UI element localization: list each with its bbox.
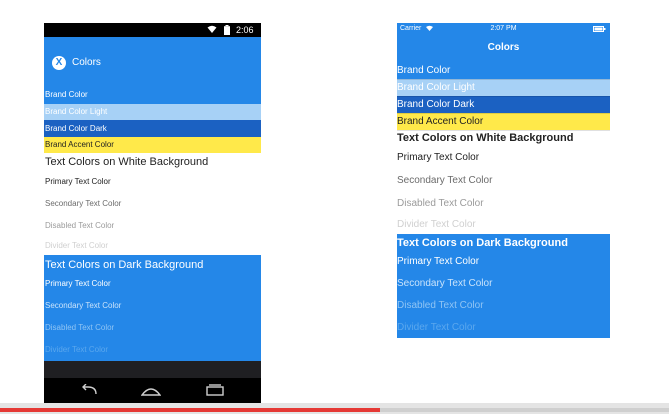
wifi-icon bbox=[207, 24, 217, 36]
back-icon[interactable] bbox=[80, 383, 98, 399]
secondary-text-on-dark: Secondary Text Color bbox=[45, 301, 122, 310]
primary-text-on-white: Primary Text Color bbox=[45, 177, 111, 186]
disabled-text-on-dark: Disabled Text Color bbox=[397, 300, 484, 311]
divider-text-on-white: Divider Text Color bbox=[45, 241, 108, 250]
battery-icon bbox=[224, 25, 230, 37]
header-text-on-white: Text Colors on White Background bbox=[397, 132, 574, 144]
battery-icon bbox=[593, 26, 606, 34]
video-progress-played[interactable] bbox=[0, 408, 380, 412]
list-separator bbox=[397, 96, 610, 97]
brand-color-dark-row: Brand Color Dark bbox=[44, 120, 261, 137]
primary-text-on-dark: Primary Text Color bbox=[397, 256, 480, 267]
brand-color-light-row: Brand Color Light bbox=[397, 79, 610, 96]
ios-nav-bar: Colors bbox=[397, 35, 610, 62]
primary-text-on-white: Primary Text Color bbox=[397, 152, 480, 163]
android-clock: 2:06 bbox=[236, 25, 254, 35]
disabled-text-on-white: Disabled Text Color bbox=[45, 221, 115, 230]
ios-color-list[interactable]: Brand Color Brand Color Light Brand Colo… bbox=[397, 62, 610, 362]
xamarin-logo-icon: X bbox=[52, 56, 66, 70]
header-text-on-dark: Text Colors on Dark Background bbox=[397, 237, 568, 249]
list-separator bbox=[397, 113, 610, 114]
disabled-text-on-dark: Disabled Text Color bbox=[45, 323, 115, 332]
secondary-text-on-dark: Secondary Text Color bbox=[397, 278, 493, 289]
header-text-on-dark: Text Colors on Dark Background bbox=[45, 259, 204, 271]
secondary-text-on-white: Secondary Text Color bbox=[397, 175, 493, 186]
brand-color-row: Brand Color bbox=[44, 86, 261, 104]
ios-page-title: Colors bbox=[487, 42, 520, 53]
android-color-list[interactable]: Brand Color Brand Color Light Brand Colo… bbox=[44, 86, 261, 361]
divider-text-on-white: Divider Text Color bbox=[397, 219, 476, 230]
list-separator bbox=[397, 79, 610, 80]
disabled-text-on-white: Disabled Text Color bbox=[397, 198, 484, 209]
android-status-bar: 2:06 bbox=[44, 23, 261, 37]
brand-accent-color-row: Brand Accent Color bbox=[397, 113, 610, 130]
brand-color-dark-row: Brand Color Dark bbox=[397, 96, 610, 113]
home-icon[interactable] bbox=[140, 384, 162, 399]
list-separator bbox=[397, 130, 610, 131]
video-progress-track[interactable] bbox=[380, 408, 669, 412]
ios-status-bar: Carrier 2:07 PM bbox=[397, 23, 610, 35]
android-app-bar: X Colors bbox=[44, 37, 261, 86]
brand-color-light-row: Brand Color Light bbox=[44, 104, 261, 120]
android-app-title: Colors bbox=[72, 57, 101, 68]
brand-accent-color-row: Brand Accent Color bbox=[44, 137, 261, 153]
secondary-text-on-white: Secondary Text Color bbox=[45, 199, 122, 208]
primary-text-on-dark: Primary Text Color bbox=[45, 279, 111, 288]
divider-text-on-dark: Divider Text Color bbox=[45, 345, 108, 354]
android-nav-bar bbox=[44, 378, 261, 403]
ios-clock: 2:07 PM bbox=[490, 25, 517, 32]
header-text-on-white: Text Colors on White Background bbox=[45, 156, 209, 168]
divider-text-on-dark: Divider Text Color bbox=[397, 322, 476, 333]
ios-device: Carrier 2:07 PM Colors Brand Color Brand… bbox=[397, 23, 610, 403]
recents-icon[interactable] bbox=[206, 384, 224, 399]
android-device: 2:06 X Colors Brand Color Brand Color Li… bbox=[44, 23, 261, 403]
brand-color-row: Brand Color bbox=[397, 62, 610, 79]
